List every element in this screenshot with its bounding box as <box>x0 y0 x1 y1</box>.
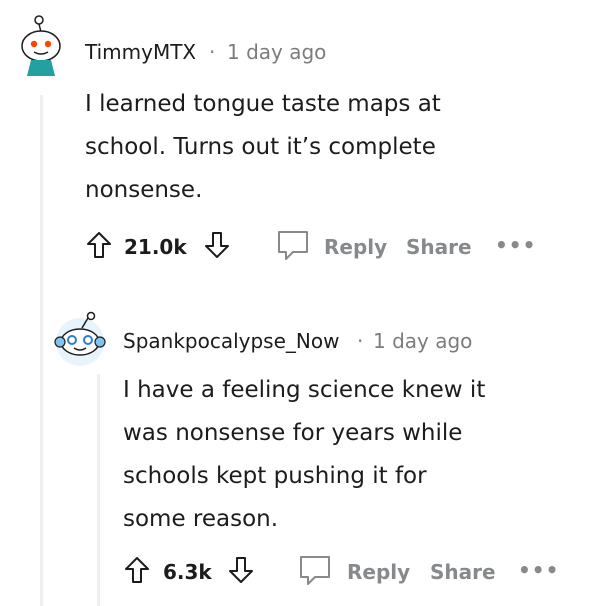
comment-body-line: I have a feeling science knew it <box>123 377 486 403</box>
vote-score: 6.3k <box>163 560 212 584</box>
share-button[interactable]: Share <box>406 235 472 259</box>
downvote-icon[interactable] <box>204 231 230 263</box>
reply-comment-icon[interactable] <box>275 229 311 267</box>
comment-timestamp[interactable]: 1 day ago <box>373 329 472 353</box>
comment-timestamp[interactable]: 1 day ago <box>227 40 326 64</box>
snoo-avatar-icon <box>21 15 61 76</box>
comment-body-line: schools kept pushing it for <box>123 463 427 489</box>
reply-button[interactable]: Reply <box>324 235 387 259</box>
user-avatar[interactable] <box>52 308 108 368</box>
comment-author[interactable]: Spankpocalypse_Now <box>123 329 339 353</box>
downvote-icon[interactable] <box>228 556 254 588</box>
reply-comment-icon[interactable] <box>297 554 333 592</box>
comment-body: I learned tongue taste maps at school. T… <box>85 83 565 212</box>
comment-body-line: some reason. <box>123 506 279 532</box>
comment-body-line: school. Turns out it’s complete <box>85 134 436 160</box>
meta-separator: · <box>357 329 364 353</box>
upvote-icon[interactable] <box>86 231 112 263</box>
more-options-icon[interactable]: ••• <box>495 233 536 257</box>
thread-line[interactable] <box>40 95 43 606</box>
comment-body-line: was nonsense for years while <box>123 420 463 446</box>
share-button[interactable]: Share <box>430 560 496 584</box>
comment-author[interactable]: TimmyMTX <box>85 40 196 64</box>
comment-body-line: nonsense. <box>85 177 203 203</box>
snoo-avatar-icon <box>54 311 106 366</box>
upvote-icon[interactable] <box>124 556 150 588</box>
thread-line[interactable] <box>97 374 100 606</box>
vote-score: 21.0k <box>124 235 187 259</box>
more-options-icon[interactable]: ••• <box>518 558 559 582</box>
meta-separator: · <box>209 40 216 64</box>
reply-button[interactable]: Reply <box>347 560 410 584</box>
user-avatar[interactable] <box>17 14 65 76</box>
comment-body-line: I learned tongue taste maps at <box>85 91 441 117</box>
comment-body: I have a feeling science knew it was non… <box>123 369 583 541</box>
